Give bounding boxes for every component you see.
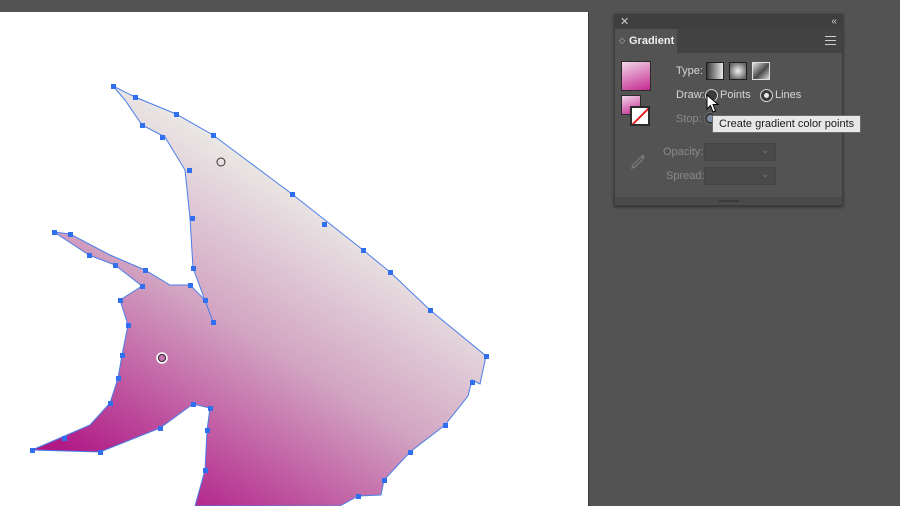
opacity-label: Opacity:	[663, 146, 704, 158]
draw-lines-radio[interactable]	[760, 89, 773, 102]
gradient-panel: ✕ ‹‹ ◇ Gradient Type: Draw: Points Lines…	[614, 14, 862, 206]
draw-points-label[interactable]: Points	[720, 89, 751, 101]
panel-menu-icon[interactable]	[825, 36, 836, 45]
mouse-pointer-icon	[706, 94, 720, 113]
opacity-dropdown[interactable]: ⌄	[704, 143, 776, 161]
radial-gradient-button[interactable]	[729, 62, 747, 80]
tab-gradient[interactable]: ◇ Gradient	[615, 29, 677, 53]
canvas-svg[interactable]	[0, 12, 588, 506]
chevron-down-icon: ⌄	[761, 169, 769, 179]
stroke-swatch-none[interactable]	[630, 106, 650, 126]
tab-arrow-icon: ◇	[619, 36, 626, 45]
collapse-icon[interactable]: ‹‹	[831, 15, 837, 29]
chevron-down-icon: ⌄	[761, 145, 769, 155]
spread-dropdown[interactable]: ⌄	[704, 167, 776, 185]
tab-gradient-label: Gradient	[629, 35, 675, 47]
stop-label: Stop:	[676, 113, 702, 125]
linear-gradient-button[interactable]	[706, 62, 724, 80]
tooltip: Create gradient color points	[712, 115, 862, 133]
artboard[interactable]	[0, 12, 588, 506]
eyedropper-icon[interactable]	[629, 152, 647, 170]
draw-label: Draw:	[676, 89, 705, 101]
spread-label: Spread:	[666, 170, 705, 182]
panel-tab-row: ◇ Gradient	[615, 29, 842, 53]
type-label: Type:	[676, 65, 703, 77]
freeform-gradient-button[interactable]	[752, 62, 770, 80]
close-icon[interactable]: ✕	[620, 15, 629, 29]
draw-lines-label[interactable]: Lines	[775, 89, 801, 101]
panel-resize-bar[interactable]	[615, 197, 842, 205]
resize-grip[interactable]	[719, 200, 739, 202]
panel-title-bar[interactable]: ✕ ‹‹	[615, 15, 842, 29]
fish-shape[interactable]	[31, 85, 487, 506]
fill-stroke-swatch[interactable]	[621, 95, 650, 126]
gradient-swatch[interactable]	[621, 61, 651, 91]
